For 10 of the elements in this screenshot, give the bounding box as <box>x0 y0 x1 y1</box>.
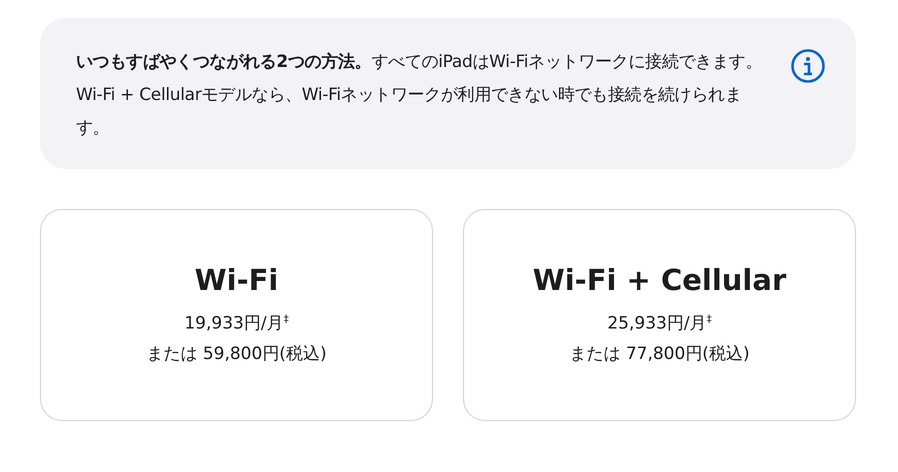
info-text: いつもすばやくつながれる2つの方法。すべてのiPadはWi-Fiネットワークに接続できます。Wi-Fi + Cellularモデルなら、Wi-Fiネットワークが利用できない時でも接続を続けられます。 <box>76 51 764 140</box>
total-price: または 77,800円(税込) <box>569 342 750 366</box>
option-card[interactable]: Wi-Fi 19,933円/月$^{‡}$ または 59,800円(税込) <box>40 209 433 421</box>
option-title: Wi-Fi <box>194 263 278 298</box>
info-icon[interactable] <box>790 48 826 84</box>
monthly-price: 25,933円/月$^{‡}$ <box>607 312 712 336</box>
monthly-price: 19,933円/月$^{‡}$ <box>184 312 289 336</box>
total-price: または 59,800円(税込) <box>146 342 327 366</box>
option-card[interactable]: Wi-Fi + Cellular 25,933円/月$^{‡}$ または 77,800円(税込) <box>463 209 856 421</box>
option-title: Wi-Fi + Cellular <box>532 263 786 298</box>
